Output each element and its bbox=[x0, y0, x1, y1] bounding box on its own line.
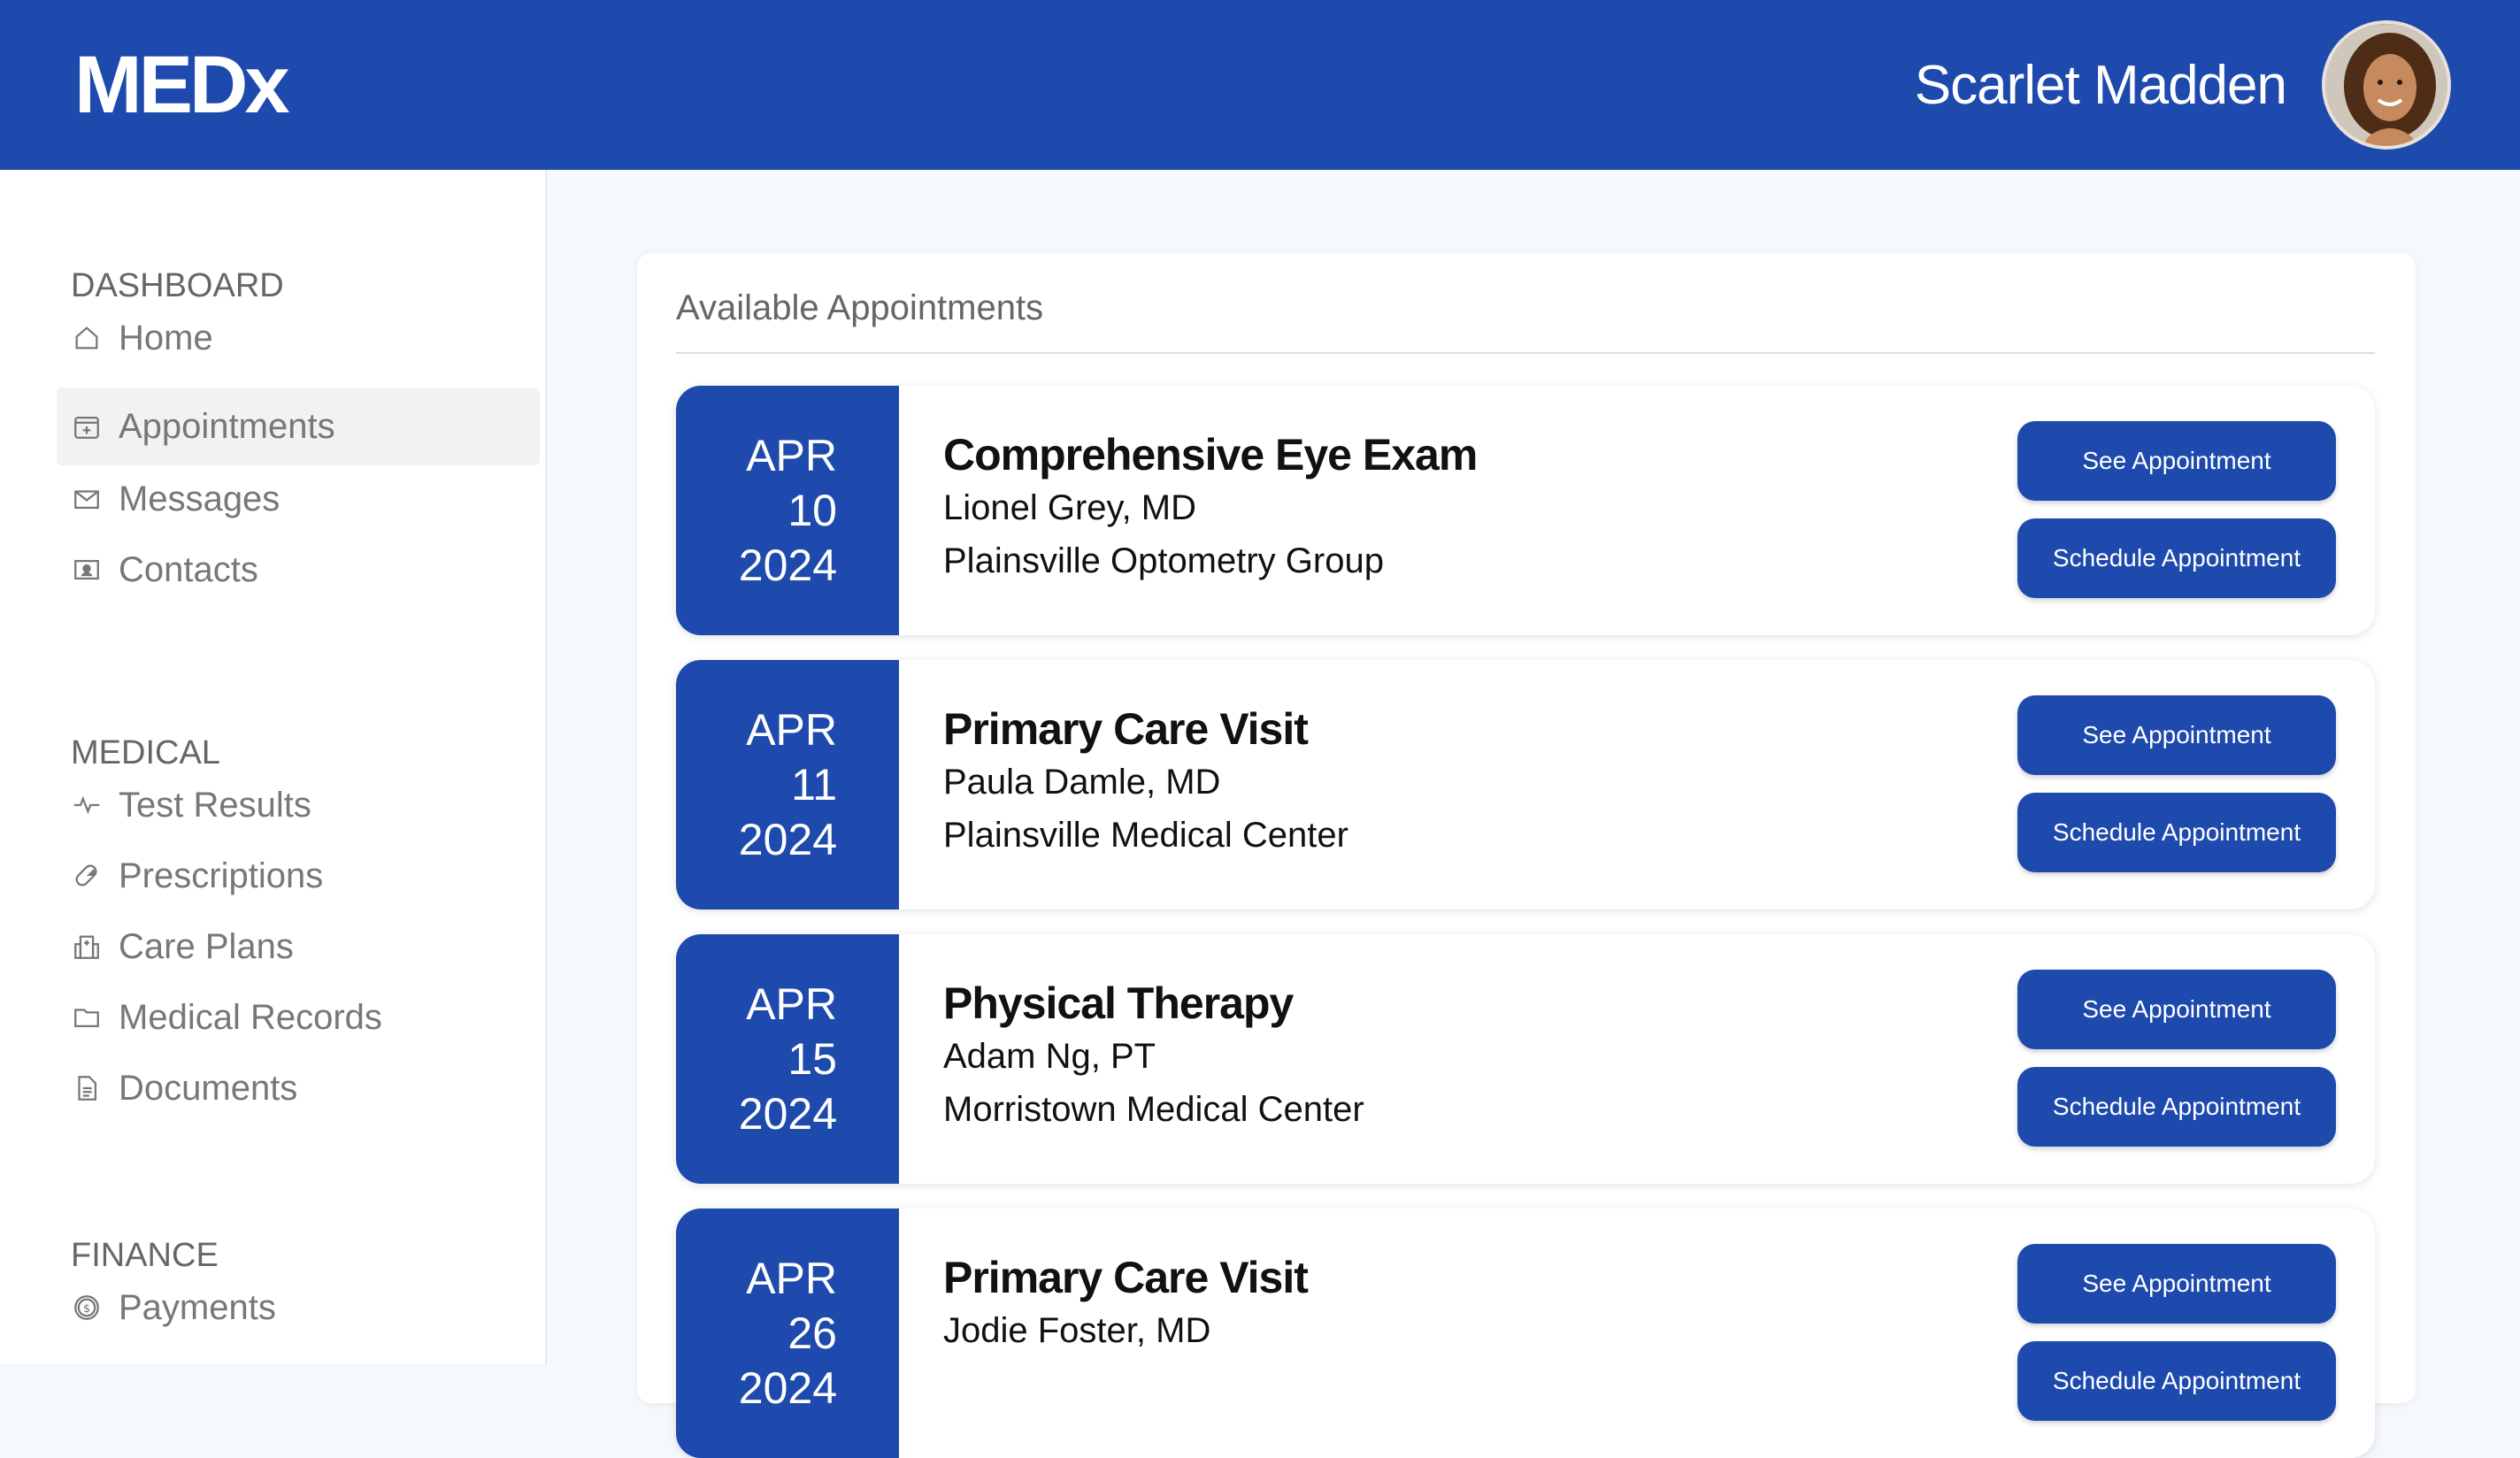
appointment-info: Comprehensive Eye Exam Lionel Grey, MD P… bbox=[943, 428, 1478, 587]
pulse-icon bbox=[71, 789, 103, 821]
date-year: 2024 bbox=[738, 541, 837, 590]
date-year: 2024 bbox=[738, 1089, 837, 1139]
date-day: 10 bbox=[788, 486, 837, 535]
appointment-location: Plainsville Optometry Group bbox=[943, 541, 1384, 580]
sidebar-item-care-plans[interactable]: Care Plans bbox=[57, 908, 540, 986]
nav-section-medical: MEDICAL Test Results Prescriptions Care … bbox=[71, 734, 382, 1108]
envelope-icon bbox=[71, 483, 103, 515]
schedule-appointment-button[interactable]: Schedule Appointment bbox=[2017, 1067, 2336, 1147]
sidebar-item-medical-records[interactable]: Medical Records bbox=[57, 978, 540, 1056]
user-name[interactable]: Scarlet Madden bbox=[1915, 54, 2287, 117]
svg-text:$: $ bbox=[83, 1302, 90, 1316]
sidebar-item-label: Medical Records bbox=[119, 997, 382, 1037]
sidebar-item-home[interactable]: Home bbox=[57, 299, 540, 377]
appointments-panel: Available Appointments APR 10 2024 Compr… bbox=[637, 253, 2416, 1458]
sidebar-item-label: Prescriptions bbox=[119, 856, 324, 895]
appointment-provider: Lionel Grey, MD bbox=[943, 488, 1197, 527]
date-month: APR bbox=[746, 1254, 837, 1303]
home-icon bbox=[71, 322, 103, 354]
panel-title: Available Appointments bbox=[676, 288, 1044, 327]
user-menu[interactable]: Scarlet Madden bbox=[1915, 20, 2451, 150]
sidebar-item-messages[interactable]: Messages bbox=[57, 460, 540, 538]
date-day: 11 bbox=[791, 760, 837, 810]
dollar-coin-icon: $ bbox=[71, 1292, 103, 1324]
appointment-title: Comprehensive Eye Exam bbox=[943, 430, 1478, 480]
document-icon bbox=[71, 1072, 103, 1104]
appointment-provider: Paula Damle, MD bbox=[943, 763, 1221, 802]
user-avatar[interactable] bbox=[2322, 20, 2451, 150]
sidebar-item-label: Documents bbox=[119, 1068, 298, 1108]
sidebar: DASHBOARD Home Appointments Messages Con… bbox=[0, 170, 547, 1364]
schedule-appointment-button[interactable]: Schedule Appointment bbox=[2017, 1341, 2336, 1421]
date-day: 26 bbox=[788, 1308, 837, 1358]
appointment-date: APR 15 2024 bbox=[676, 934, 899, 1184]
appointment-card: APR 10 2024 Comprehensive Eye Exam Lione… bbox=[676, 386, 2375, 635]
sidebar-item-contacts[interactable]: Contacts bbox=[57, 531, 540, 609]
see-appointment-button[interactable]: See Appointment bbox=[2017, 695, 2336, 775]
calendar-icon bbox=[71, 411, 103, 442]
see-appointment-button[interactable]: See Appointment bbox=[2017, 970, 2336, 1049]
schedule-appointment-button[interactable]: Schedule Appointment bbox=[2017, 793, 2336, 872]
appointment-title: Primary Care Visit bbox=[943, 1253, 1309, 1302]
hospital-icon bbox=[71, 931, 103, 963]
app-logo[interactable]: MEDx bbox=[74, 39, 290, 132]
date-day: 15 bbox=[788, 1034, 837, 1084]
appointment-card: APR 26 2024 Primary Care Visit Jodie Fos… bbox=[676, 1209, 2375, 1458]
appointment-date: APR 11 2024 bbox=[676, 660, 899, 909]
appointment-provider: Jodie Foster, MD bbox=[943, 1311, 1211, 1350]
appointment-info: Primary Care Visit Jodie Foster, MD bbox=[943, 1251, 1309, 1357]
date-year: 2024 bbox=[738, 1363, 837, 1413]
nav-section-finance: FINANCE $ Payments bbox=[71, 1237, 276, 1327]
nav-section-dashboard: DASHBOARD Home Appointments Messages Con… bbox=[57, 267, 540, 589]
sidebar-item-documents[interactable]: Documents bbox=[57, 1049, 540, 1127]
date-month: APR bbox=[746, 431, 837, 480]
folder-icon bbox=[71, 1001, 103, 1033]
date-month: APR bbox=[746, 705, 837, 755]
sidebar-item-appointments[interactable]: Appointments bbox=[57, 388, 540, 465]
sidebar-item-label: Care Plans bbox=[119, 926, 294, 966]
appointment-card: APR 11 2024 Primary Care Visit Paula Dam… bbox=[676, 660, 2375, 909]
schedule-appointment-button[interactable]: Schedule Appointment bbox=[2017, 518, 2336, 598]
contact-card-icon bbox=[71, 554, 103, 586]
divider bbox=[676, 352, 2375, 354]
appointment-date: APR 26 2024 bbox=[676, 1209, 899, 1458]
see-appointment-button[interactable]: See Appointment bbox=[2017, 421, 2336, 501]
appointment-location: Morristown Medical Center bbox=[943, 1090, 1364, 1129]
pill-icon bbox=[71, 860, 103, 892]
date-month: APR bbox=[746, 979, 837, 1029]
date-year: 2024 bbox=[738, 815, 837, 864]
sidebar-item-label: Appointments bbox=[119, 406, 335, 446]
sidebar-item-label: Home bbox=[119, 318, 213, 357]
sidebar-item-label: Test Results bbox=[119, 785, 311, 825]
top-header: MEDx Scarlet Madden bbox=[0, 0, 2520, 170]
sidebar-item-label: Messages bbox=[119, 479, 280, 518]
sidebar-item-prescriptions[interactable]: Prescriptions bbox=[57, 837, 540, 915]
appointment-info: Physical Therapy Adam Ng, PT Morristown … bbox=[943, 977, 1364, 1136]
appointment-date: APR 10 2024 bbox=[676, 386, 899, 635]
appointment-title: Physical Therapy bbox=[943, 978, 1294, 1028]
see-appointment-button[interactable]: See Appointment bbox=[2017, 1244, 2336, 1324]
sidebar-item-label: Contacts bbox=[119, 549, 258, 589]
appointment-location: Plainsville Medical Center bbox=[943, 816, 1348, 855]
sidebar-item-test-results[interactable]: Test Results bbox=[57, 766, 540, 844]
sidebar-item-payments[interactable]: $ Payments bbox=[57, 1269, 540, 1347]
appointment-card: APR 15 2024 Physical Therapy Adam Ng, PT… bbox=[676, 934, 2375, 1184]
sidebar-item-label: Payments bbox=[119, 1287, 276, 1327]
appointment-provider: Adam Ng, PT bbox=[943, 1037, 1156, 1076]
appointment-title: Primary Care Visit bbox=[943, 704, 1309, 754]
appointment-info: Primary Care Visit Paula Damle, MD Plain… bbox=[943, 702, 1348, 862]
